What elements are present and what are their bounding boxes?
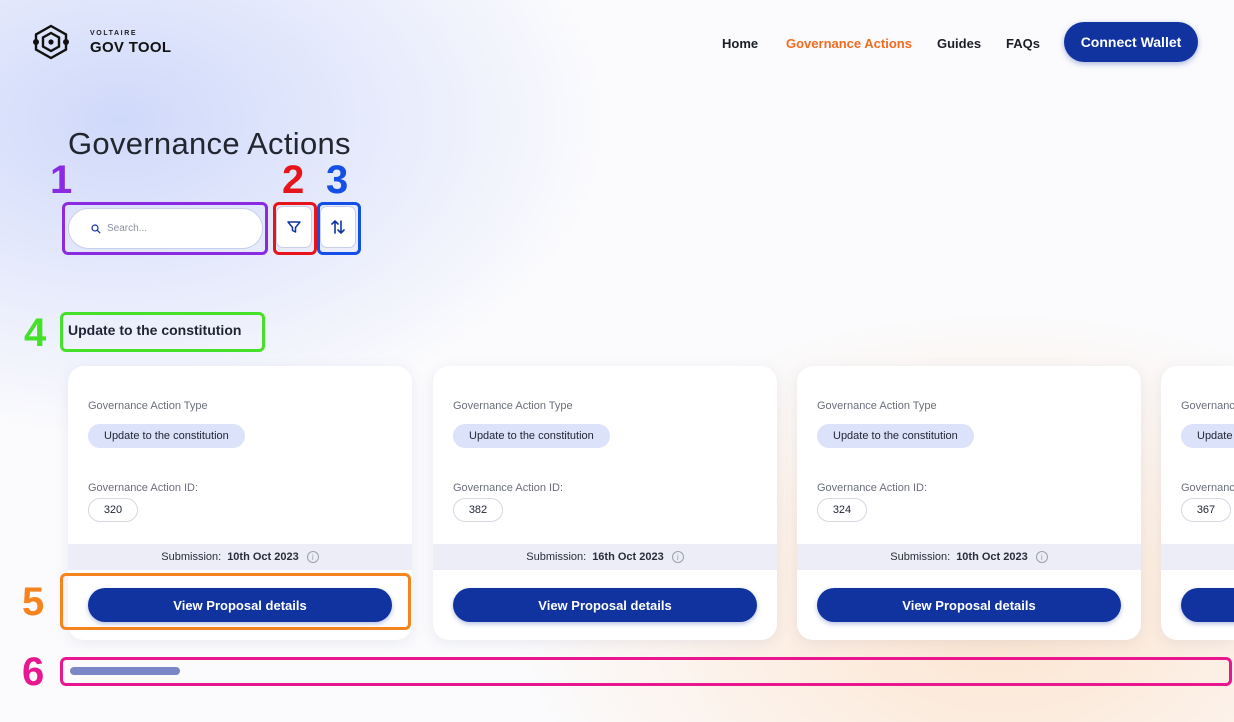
governance-action-card: Governance Action Type Update to the con…: [433, 366, 777, 640]
annotation-marker-5: 5: [22, 580, 45, 624]
nav-guides[interactable]: Guides: [937, 36, 981, 51]
connect-wallet-button[interactable]: Connect Wallet: [1064, 22, 1198, 62]
annotation-box-2: [273, 202, 317, 255]
action-id-value: 367: [1181, 498, 1231, 522]
submission-row: Submission: 10th Oct 2023 i: [68, 544, 412, 570]
action-id-value: 324: [817, 498, 867, 522]
submission-label: Submission:: [161, 551, 222, 563]
annotation-marker-6: 6: [22, 650, 45, 694]
annotation-marker-1: 1: [50, 158, 73, 202]
view-proposal-details-button[interactable]: View Proposal details: [453, 588, 757, 622]
submission-row: [1161, 544, 1234, 570]
governance-action-card: Governance Action Type Update to the con…: [797, 366, 1141, 640]
submission-date: 10th Oct 2023: [227, 551, 299, 563]
submission-date: 10th Oct 2023: [956, 551, 1028, 563]
submission-row: Submission: 16th Oct 2023 i: [433, 544, 777, 570]
annotation-box-3: [317, 202, 361, 255]
view-proposal-details-button[interactable]: View Proposal details: [817, 588, 1121, 622]
logo-title: GOV TOOL: [90, 38, 172, 56]
submission-label: Submission:: [890, 551, 951, 563]
nav-governance-actions[interactable]: Governance Actions: [786, 36, 912, 51]
submission-row: Submission: 10th Oct 2023 i: [797, 544, 1141, 570]
action-type-pill: Update to the constitution: [1181, 424, 1234, 448]
header: VOLTAIRE GOV TOOL Home Governance Action…: [0, 0, 1234, 84]
view-proposal-details-button[interactable]: [1181, 588, 1234, 622]
annotation-box-4: [60, 312, 265, 352]
hexagon-logo-icon: [33, 24, 69, 60]
annotation-box-6: [60, 657, 1232, 686]
action-type-pill: Update to the constitution: [88, 424, 245, 448]
nav-faqs[interactable]: FAQs: [1006, 36, 1040, 51]
action-type-label: Governance Action Type: [1181, 400, 1234, 412]
action-id-value: 320: [88, 498, 138, 522]
submission-label: Submission:: [526, 551, 587, 563]
governance-action-card: Governance Action Type Update to the con…: [1161, 366, 1234, 640]
action-type-pill: Update to the constitution: [453, 424, 610, 448]
action-id-label: Governance Action ID:: [817, 482, 928, 494]
action-id-label: Governance Action ID:: [1181, 482, 1234, 494]
action-id-value: 382: [453, 498, 503, 522]
action-type-label: Governance Action Type: [817, 400, 937, 412]
info-icon[interactable]: i: [306, 551, 319, 563]
logo[interactable]: VOLTAIRE GOV TOOL: [32, 24, 171, 60]
action-id-label: Governance Action ID:: [453, 482, 564, 494]
action-type-pill: Update to the constitution: [817, 424, 974, 448]
annotation-marker-4: 4: [24, 311, 47, 355]
info-icon[interactable]: i: [1035, 551, 1048, 563]
action-id-label: Governance Action ID:: [88, 482, 199, 494]
info-icon[interactable]: i: [671, 551, 684, 563]
annotation-box-1: [62, 202, 268, 255]
annotation-box-5: [60, 573, 411, 630]
nav-home[interactable]: Home: [722, 36, 758, 51]
annotation-marker-3: 3: [326, 158, 349, 202]
action-type-label: Governance Action Type: [453, 400, 573, 412]
submission-date: 16th Oct 2023: [592, 551, 664, 563]
logo-subtitle: VOLTAIRE: [90, 29, 138, 37]
action-type-label: Governance Action Type: [88, 400, 208, 412]
annotation-marker-2: 2: [282, 158, 305, 202]
page-title: Governance Actions: [68, 126, 351, 161]
